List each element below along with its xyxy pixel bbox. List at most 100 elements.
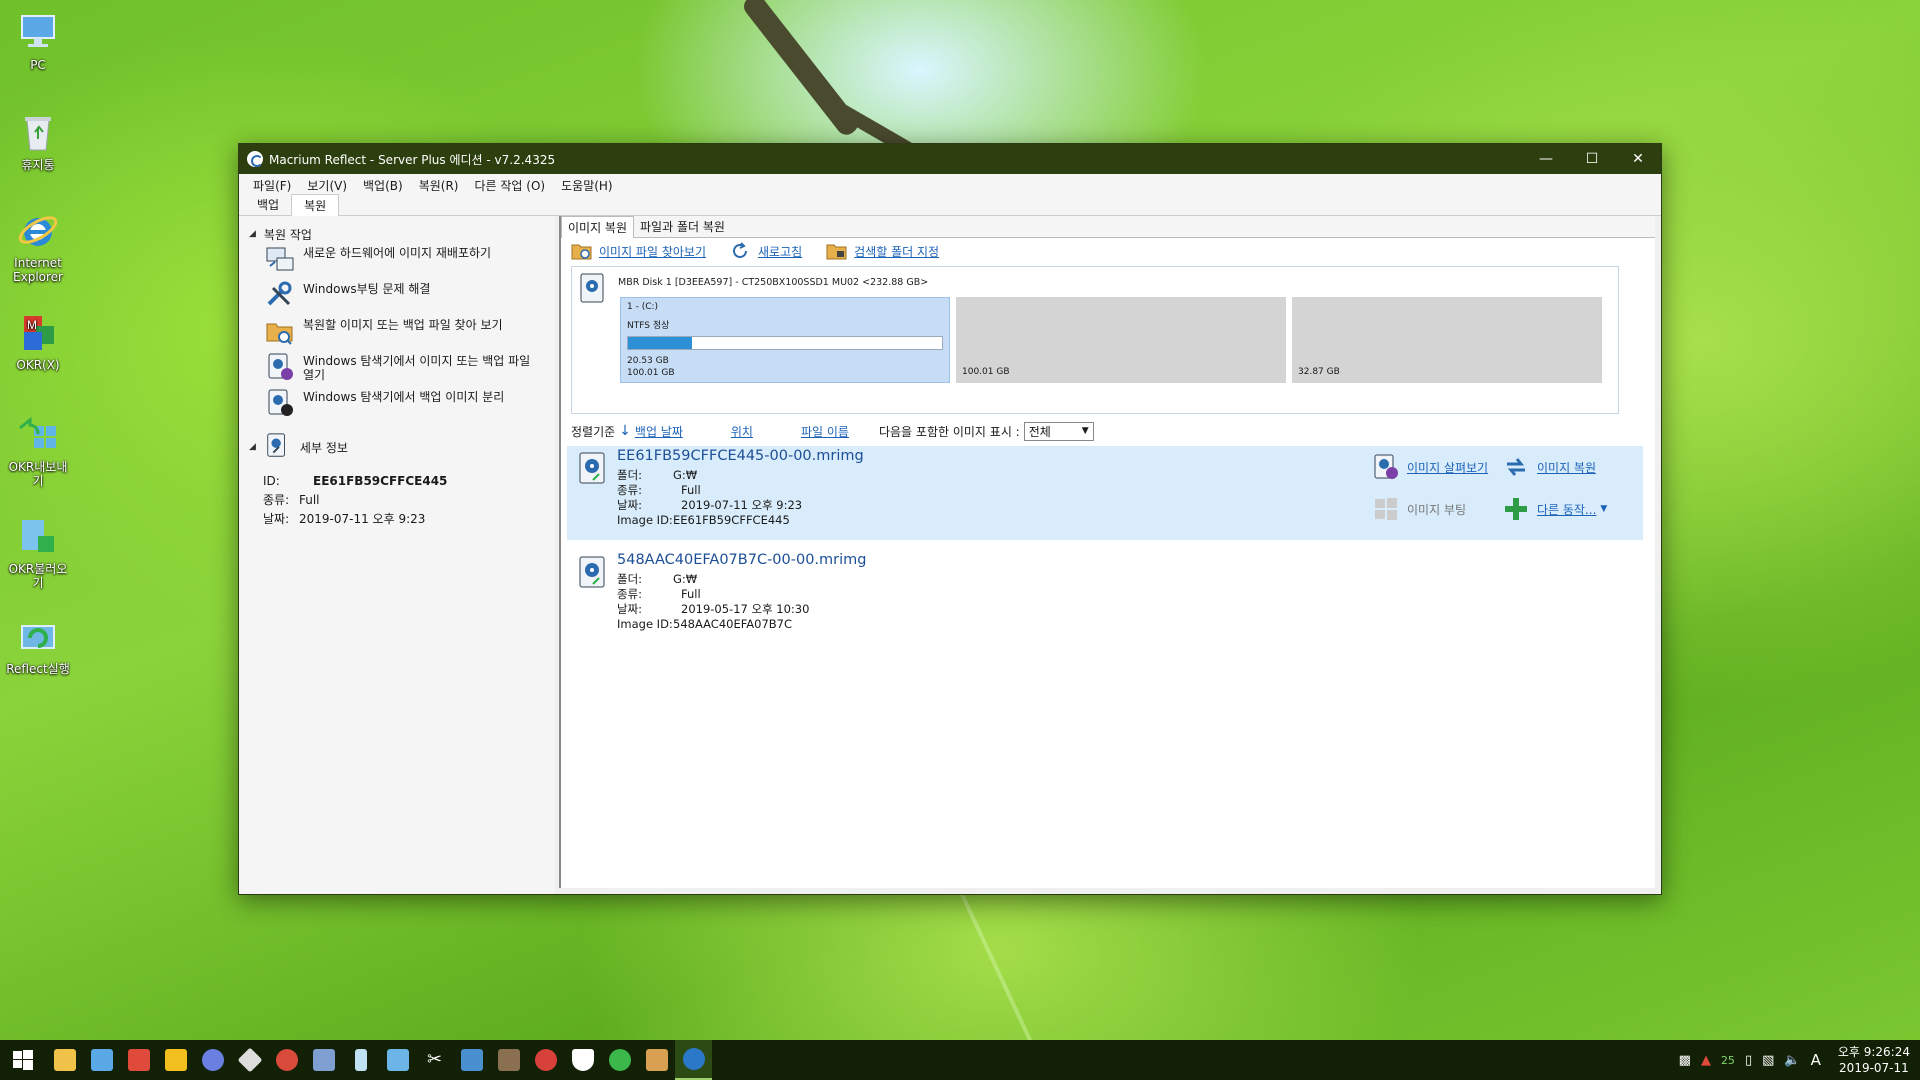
desktop-icon-reflect[interactable]: Reflect실행 (4, 614, 72, 676)
folder-search-icon (265, 316, 295, 346)
task-mount-image[interactable]: Windows 탐색기에서 이미지 또는 백업 파일 열기 (249, 352, 555, 388)
search-folders-button[interactable]: 검색할 폴더 지정 (826, 241, 939, 261)
tools-icon (265, 280, 295, 310)
browse-image-file-button[interactable]: 이미지 파일 찾아보기 (571, 241, 706, 261)
shield-icon (571, 1049, 594, 1071)
browser-icon (201, 1049, 224, 1071)
sort-by-filename-link[interactable]: 파일 이름 (801, 423, 849, 440)
tab-restore[interactable]: 복원 (291, 194, 340, 216)
desktop-icon-okr-export[interactable]: OKR내보내기 (4, 412, 72, 488)
app-icon (645, 1049, 668, 1071)
image-meta: 폴더: G:₩ 종류: Full 날짜: 2019-07-11 오후 9:23 Ima… (617, 468, 802, 528)
start-button[interactable] (0, 1040, 46, 1080)
taskbar-app-shield[interactable] (564, 1040, 601, 1080)
meta-type: Full (681, 587, 701, 601)
taskbar-app-bottle[interactable] (342, 1040, 379, 1080)
search-folders-link[interactable]: 검색할 폴더 지정 (854, 243, 939, 260)
meta-label: 날짜: (617, 498, 643, 512)
details-header[interactable]: ◢ 세부 정보 (249, 432, 555, 462)
image-filter-select[interactable]: 전체 ▼ (1023, 421, 1094, 441)
refresh-button[interactable]: 새로고침 (730, 241, 802, 261)
monitor-icon (460, 1049, 483, 1071)
browse-image-action[interactable]: 이미지 살펴보기 (1373, 454, 1488, 480)
menu-view[interactable]: 보기(V) (299, 177, 355, 194)
taskbar-app-windows[interactable] (379, 1040, 416, 1080)
tab-image-restore[interactable]: 이미지 복원 (561, 216, 635, 238)
internet-explorer-icon (16, 208, 60, 252)
image-file-name[interactable]: 548AAC40EFA07B7C-00-00.mrimg (617, 552, 867, 568)
taskbar-app-scissors[interactable]: ✂ (416, 1040, 453, 1080)
browse-image-file-link[interactable]: 이미지 파일 찾아보기 (599, 243, 706, 260)
desktop-icon-okr[interactable]: M OKR(X) (4, 310, 72, 372)
image-list-item[interactable]: EE61FB59CFFCE445-00-00.mrimg 폴더: G:₩ 종류: F… (567, 446, 1643, 540)
sort-desc-arrow-icon[interactable]: ↓ (619, 423, 631, 439)
task-browse-backup[interactable]: 복원할 이미지 또는 백업 파일 찾아 보기 (249, 316, 555, 352)
menu-other-tasks[interactable]: 다른 작업 (O) (467, 177, 554, 194)
taskbar-remote-desktop[interactable] (83, 1040, 120, 1080)
tray-app-icon[interactable]: ▲ (1701, 1053, 1711, 1068)
taskbar-app-diamond[interactable] (231, 1040, 268, 1080)
taskbar-app-box[interactable] (638, 1040, 675, 1080)
refresh-link[interactable]: 새로고침 (758, 243, 802, 260)
partition-3[interactable]: 32.87 GB (1292, 297, 1602, 383)
browse-image-link[interactable]: 이미지 살펴보기 (1407, 459, 1488, 476)
desktop-icon-internet-explorer[interactable]: Internet Explorer (4, 208, 72, 284)
task-fix-boot[interactable]: Windows부팅 문제 해결 (249, 280, 555, 316)
taskbar-app-car[interactable] (268, 1040, 305, 1080)
plus-icon (1503, 496, 1529, 522)
sort-by-location-link[interactable]: 위치 (731, 423, 753, 440)
desktop-icon-okr-import[interactable]: OKR불러오기 (4, 514, 72, 590)
menu-file[interactable]: 파일(F) (245, 177, 299, 194)
other-actions-link[interactable]: 다른 동작... (1537, 501, 1596, 518)
task-label: Windows 탐색기에서 백업 이미지 분리 (303, 390, 505, 404)
menu-backup[interactable]: 백업(B) (355, 177, 411, 194)
image-list-item[interactable]: 548AAC40EFA07B7C-00-00.mrimg 폴더: G:₩ 종류: F… (567, 550, 1643, 644)
image-file-name[interactable]: EE61FB59CFFCE445-00-00.mrimg (617, 448, 864, 464)
network-icon[interactable]: ▧ (1762, 1053, 1774, 1068)
taskbar-app-hat[interactable] (527, 1040, 564, 1080)
tray-counter-icon[interactable]: 25 (1721, 1054, 1735, 1067)
volume-icon[interactable]: 🔈 (1784, 1053, 1800, 1068)
taskbar-app-film[interactable] (490, 1040, 527, 1080)
taskbar-app-monitor[interactable] (453, 1040, 490, 1080)
restore-arrows-icon (1503, 454, 1529, 480)
chevron-down-icon[interactable]: ▼ (1600, 504, 1607, 514)
minimize-button[interactable]: — (1523, 144, 1569, 174)
filter-selected-value: 전체 (1028, 424, 1051, 439)
menu-restore[interactable]: 복원(R) (411, 177, 467, 194)
network-share-icon[interactable]: ▩ (1679, 1053, 1691, 1068)
menu-help[interactable]: 도움말(H) (553, 177, 621, 194)
export-icon (16, 412, 60, 456)
ime-indicator[interactable]: A (1811, 1051, 1821, 1069)
taskbar-file-explorer[interactable] (46, 1040, 83, 1080)
restore-tasks-header[interactable]: ◢ 복원 작업 (249, 224, 555, 244)
taskbar-browser[interactable] (194, 1040, 231, 1080)
task-unmount-image[interactable]: Windows 탐색기에서 백업 이미지 분리 (249, 388, 555, 424)
meta-id: EE61FB59CFFCE445 (673, 513, 790, 527)
taskbar-potplayer[interactable] (157, 1040, 194, 1080)
maximize-button[interactable]: ☐ (1569, 144, 1615, 174)
tools-icon (312, 1049, 335, 1071)
partition-c[interactable]: 1 - (C:) NTFS 정상 20.53 GB 100.01 GB (620, 297, 950, 383)
meta-label: 폴더: (617, 572, 643, 586)
close-button[interactable]: ✕ (1615, 144, 1661, 174)
task-redeploy-image[interactable]: 새로운 하드웨어에 이미지 재배포하기 (249, 244, 555, 280)
usb-icon[interactable]: ▯ (1745, 1053, 1752, 1068)
partition-2[interactable]: 100.01 GB (956, 297, 1286, 383)
taskbar-app-sync[interactable] (601, 1040, 638, 1080)
taskbar-macrium-reflect[interactable] (675, 1040, 712, 1080)
meta-label: Image ID: (617, 617, 673, 631)
taskbar-app-red[interactable] (120, 1040, 157, 1080)
desktop-icon-pc[interactable]: PC (4, 10, 72, 72)
restore-image-action[interactable]: 이미지 복원 (1503, 454, 1596, 480)
detail-label: ID: (263, 474, 280, 488)
other-actions[interactable]: 다른 동작... ▼ (1503, 496, 1607, 522)
taskbar-app-tools[interactable] (305, 1040, 342, 1080)
sort-by-date-link[interactable]: 백업 날짜 (635, 423, 683, 440)
tab-backup[interactable]: 백업 (245, 194, 291, 215)
restore-image-link[interactable]: 이미지 복원 (1537, 459, 1596, 476)
desktop-icon-recycle-bin[interactable]: 휴지통 (4, 110, 72, 172)
tab-file-folder-restore[interactable]: 파일과 폴더 복원 (634, 216, 731, 237)
clock[interactable]: 오후 9:26:24 2019-07-11 (1838, 1044, 1910, 1076)
title-bar[interactable]: Macrium Reflect - Server Plus 에디션 - v7.2… (239, 144, 1661, 174)
